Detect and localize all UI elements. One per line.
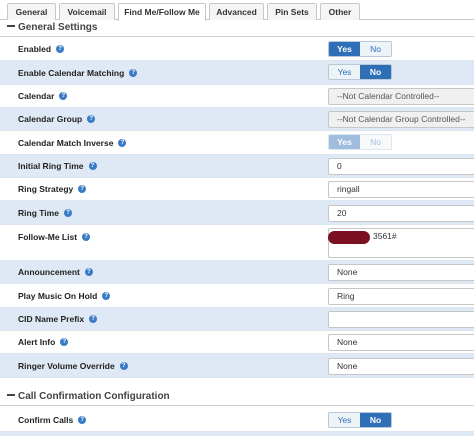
row-ring-strategy: Ring Strategy? ringall <box>0 178 474 201</box>
help-icon[interactable]: ? <box>78 185 87 193</box>
row-cid-name-prefix: CID Name Prefix? <box>0 308 474 331</box>
section-general-settings[interactable]: General Settings <box>0 20 474 36</box>
row-calendar-matching: Enable Calendar Matching? Yes No <box>0 61 474 85</box>
calendar-matching-no-button[interactable]: No <box>360 65 391 79</box>
confirm-calls-toggle[interactable]: Yes No <box>328 412 392 428</box>
row-ring-time: Ring Time? 20 <box>0 201 474 225</box>
cid-name-prefix-label: CID Name Prefix <box>18 314 85 324</box>
collapse-icon[interactable] <box>7 25 15 28</box>
calendar-select[interactable]: --Not Calendar Controlled-- <box>328 88 474 105</box>
confirm-calls-yes-button[interactable]: Yes <box>329 413 360 427</box>
calendar-inverse-yes-button[interactable]: Yes <box>329 135 360 149</box>
initial-ring-time-label: Initial Ring Time <box>18 161 84 171</box>
calendar-group-label: Calendar Group <box>18 114 83 124</box>
tab-other[interactable]: Other <box>320 3 360 20</box>
tab-bar: General Voicemail Find Me/Follow Me Adva… <box>0 0 474 21</box>
calendar-matching-toggle[interactable]: Yes No <box>328 64 392 80</box>
confirm-calls-no-button[interactable]: No <box>360 413 391 427</box>
calendar-inverse-label: Calendar Match Inverse <box>18 137 114 148</box>
help-icon[interactable]: ? <box>118 138 127 147</box>
row-music-on-hold: Play Music On Hold? Ring <box>0 284 474 308</box>
help-icon[interactable]: ? <box>78 415 87 424</box>
confirm-calls-label: Confirm Calls <box>18 414 74 425</box>
help-icon[interactable]: ? <box>88 162 97 170</box>
ringer-volume-label: Ringer Volume Override <box>18 360 115 371</box>
help-icon[interactable]: ? <box>102 291 111 300</box>
calendar-matching-yes-button[interactable]: Yes <box>329 65 360 79</box>
followme-list-label: Follow-Me List <box>18 232 78 242</box>
section-divider <box>0 405 474 406</box>
enabled-toggle[interactable]: Yes No <box>328 41 392 57</box>
help-icon[interactable]: ? <box>119 361 128 370</box>
ring-strategy-label: Ring Strategy <box>18 184 74 194</box>
row-calendar: Calendar? --Not Calendar Controlled-- <box>0 85 474 108</box>
help-icon[interactable]: ? <box>84 268 93 276</box>
calendar-matching-label: Enable Calendar Matching <box>18 67 125 78</box>
row-calendar-inverse: Calendar Match Inverse? Yes No <box>0 131 474 155</box>
calendar-inverse-no-button[interactable]: No <box>360 135 391 149</box>
ring-strategy-select[interactable]: ringall <box>328 181 474 198</box>
announcement-select[interactable]: None <box>328 264 474 281</box>
ring-time-label: Ring Time <box>18 207 59 218</box>
row-alert-info: Alert Info? None <box>0 331 474 354</box>
row-ringer-volume: Ringer Volume Override? None <box>0 354 474 378</box>
row-announcement: Announcement? None <box>0 261 474 284</box>
tab-find-me-follow-me[interactable]: Find Me/Follow Me <box>118 3 206 21</box>
alert-info-select[interactable]: None <box>328 334 474 351</box>
help-icon[interactable]: ? <box>59 92 68 100</box>
row-confirm-calls: Confirm Calls? Yes No <box>0 408 474 432</box>
tab-pin-sets[interactable]: Pin Sets <box>267 3 317 20</box>
enabled-no-button[interactable]: No <box>360 42 391 56</box>
help-icon[interactable]: ? <box>87 115 96 123</box>
row-calendar-group: Calendar Group? --Not Calendar Group Con… <box>0 108 474 131</box>
help-icon[interactable]: ? <box>60 338 69 346</box>
row-initial-ring-time: Initial Ring Time? 0 <box>0 155 474 178</box>
initial-ring-time-input[interactable]: 0 <box>328 158 474 175</box>
help-icon[interactable]: ? <box>56 44 65 53</box>
tab-advanced[interactable]: Advanced <box>209 3 264 20</box>
section-call-confirmation[interactable]: Call Confirmation Configuration <box>0 389 474 405</box>
row-followme-list: Follow-Me List? 3561# <box>0 225 474 261</box>
calendar-inverse-toggle[interactable]: Yes No <box>328 134 392 150</box>
enabled-yes-button[interactable]: Yes <box>329 42 360 56</box>
tab-voicemail[interactable]: Voicemail <box>59 3 115 20</box>
row-next-partial <box>0 432 474 436</box>
section-title: General Settings <box>18 22 98 33</box>
collapse-icon[interactable] <box>7 394 15 397</box>
section-title: Call Confirmation Configuration <box>18 391 170 402</box>
alert-info-label: Alert Info <box>18 337 56 347</box>
ring-time-input[interactable]: 20 <box>328 205 474 222</box>
cid-name-prefix-input[interactable] <box>328 311 474 328</box>
announcement-label: Announcement <box>18 267 80 277</box>
ringer-volume-select[interactable]: None <box>328 358 474 375</box>
tab-general[interactable]: General <box>7 3 56 20</box>
enabled-label: Enabled <box>18 43 52 54</box>
help-icon[interactable]: ? <box>129 68 138 77</box>
help-icon[interactable]: ? <box>89 315 98 323</box>
music-on-hold-label: Play Music On Hold <box>18 290 98 301</box>
help-icon[interactable]: ? <box>63 208 72 217</box>
help-icon[interactable]: ? <box>82 233 91 241</box>
calendar-group-select[interactable]: --Not Calendar Group Controlled-- <box>328 111 474 128</box>
music-on-hold-select[interactable]: Ring <box>328 288 474 305</box>
row-enabled: Enabled? Yes No <box>0 37 474 61</box>
calendar-label: Calendar <box>18 91 55 101</box>
redaction-mark <box>328 231 370 244</box>
